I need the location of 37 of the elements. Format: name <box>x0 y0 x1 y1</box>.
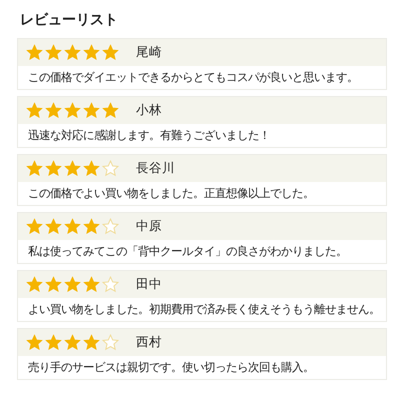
star-icon <box>83 102 100 119</box>
star-icon <box>26 44 43 61</box>
star-icon <box>102 44 119 61</box>
review-list-title: レビューリスト <box>20 11 119 30</box>
star-icon <box>45 334 62 351</box>
star-icon <box>26 276 43 293</box>
star-icon <box>26 334 43 351</box>
star-icon <box>26 102 43 119</box>
empty-star-icon <box>102 218 119 235</box>
reviewer-name: 田中 <box>136 275 162 294</box>
star-icon <box>64 160 81 177</box>
star-icon <box>83 276 100 293</box>
star-icon <box>26 160 43 177</box>
star-icon <box>83 334 100 351</box>
star-icon <box>64 334 81 351</box>
empty-star-icon <box>102 276 119 293</box>
reviewer-name: 長谷川 <box>136 159 175 178</box>
star-icon <box>64 276 81 293</box>
reviewer-name: 中原 <box>136 217 162 236</box>
star-icon <box>45 276 62 293</box>
empty-star-icon <box>102 160 119 177</box>
star-icon <box>83 218 100 235</box>
star-icon <box>45 44 62 61</box>
reviewer-name: 西村 <box>136 333 162 352</box>
star-icon <box>26 218 43 235</box>
star-icon <box>45 102 62 119</box>
star-icon <box>64 44 81 61</box>
star-icon <box>45 160 62 177</box>
star-icon <box>83 44 100 61</box>
star-icon <box>45 218 62 235</box>
star-icon <box>64 102 81 119</box>
star-icon <box>102 102 119 119</box>
star-icon <box>64 218 81 235</box>
empty-star-icon <box>102 334 119 351</box>
reviewer-name: 尾崎 <box>136 43 162 62</box>
reviewer-name: 小林 <box>136 101 162 120</box>
star-icon <box>83 160 100 177</box>
